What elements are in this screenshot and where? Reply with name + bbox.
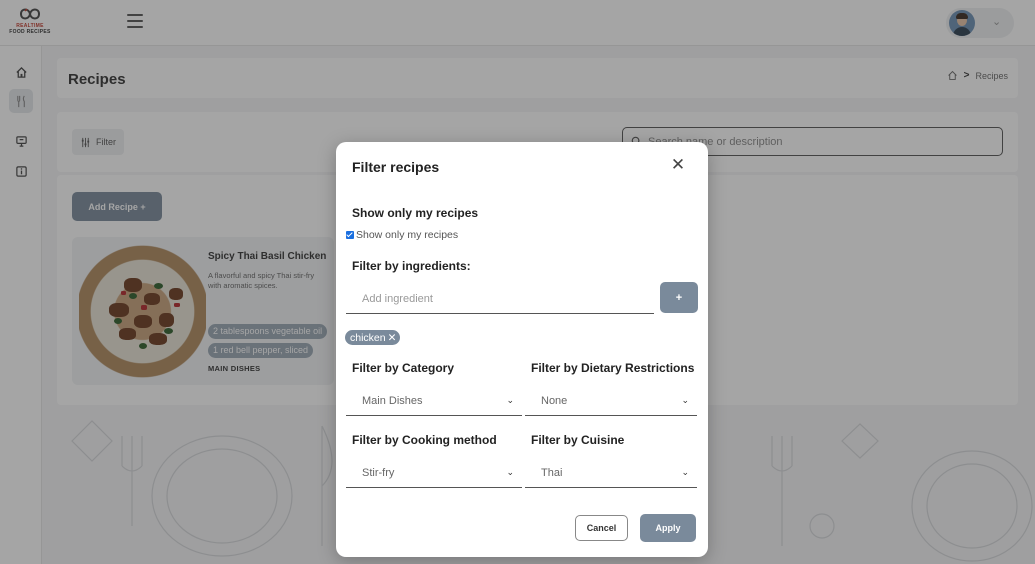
dietary-select-value: None xyxy=(541,394,568,407)
tag-remove-icon[interactable]: ✕ xyxy=(388,332,397,344)
filter-modal: Filter recipes ✕ Show only my recipes Sh… xyxy=(336,142,708,557)
method-heading: Filter by Cooking method xyxy=(352,433,497,447)
ingredient-input[interactable] xyxy=(346,284,654,314)
my-recipes-checkbox-row[interactable]: Show only my recipes xyxy=(346,229,458,241)
my-recipes-checkbox[interactable] xyxy=(346,231,354,239)
cuisine-heading: Filter by Cuisine xyxy=(531,433,625,447)
method-select-value: Stir-fry xyxy=(362,466,395,479)
category-select-value: Main Dishes xyxy=(362,394,423,407)
ingredient-tag: chicken ✕ xyxy=(345,330,401,345)
cancel-button[interactable]: Cancel xyxy=(575,515,628,541)
apply-button[interactable]: Apply xyxy=(640,514,696,542)
ingredient-tag-label: chicken xyxy=(350,331,386,344)
dietary-select[interactable]: None ⌄ xyxy=(525,386,697,416)
cuisine-select-value: Thai xyxy=(541,466,563,479)
my-recipes-checkbox-label: Show only my recipes xyxy=(356,229,459,241)
category-heading: Filter by Category xyxy=(352,361,455,375)
modal-title: Filter recipes xyxy=(352,159,440,175)
chevron-down-icon: ⌄ xyxy=(681,395,689,405)
ingredients-heading: Filter by ingredients: xyxy=(352,259,471,273)
add-ingredient-button[interactable]: + xyxy=(660,282,698,313)
cuisine-select[interactable]: Thai ⌄ xyxy=(525,458,697,488)
dietary-heading: Filter by Dietary Restrictions xyxy=(531,361,695,375)
chevron-down-icon: ⌄ xyxy=(681,467,689,477)
category-select[interactable]: Main Dishes ⌄ xyxy=(346,386,522,416)
chevron-down-icon: ⌄ xyxy=(506,395,514,405)
my-recipes-heading: Show only my recipes xyxy=(352,206,479,220)
close-icon[interactable]: ✕ xyxy=(669,156,687,174)
method-select[interactable]: Stir-fry ⌄ xyxy=(346,458,522,488)
chevron-down-icon: ⌄ xyxy=(506,467,514,477)
